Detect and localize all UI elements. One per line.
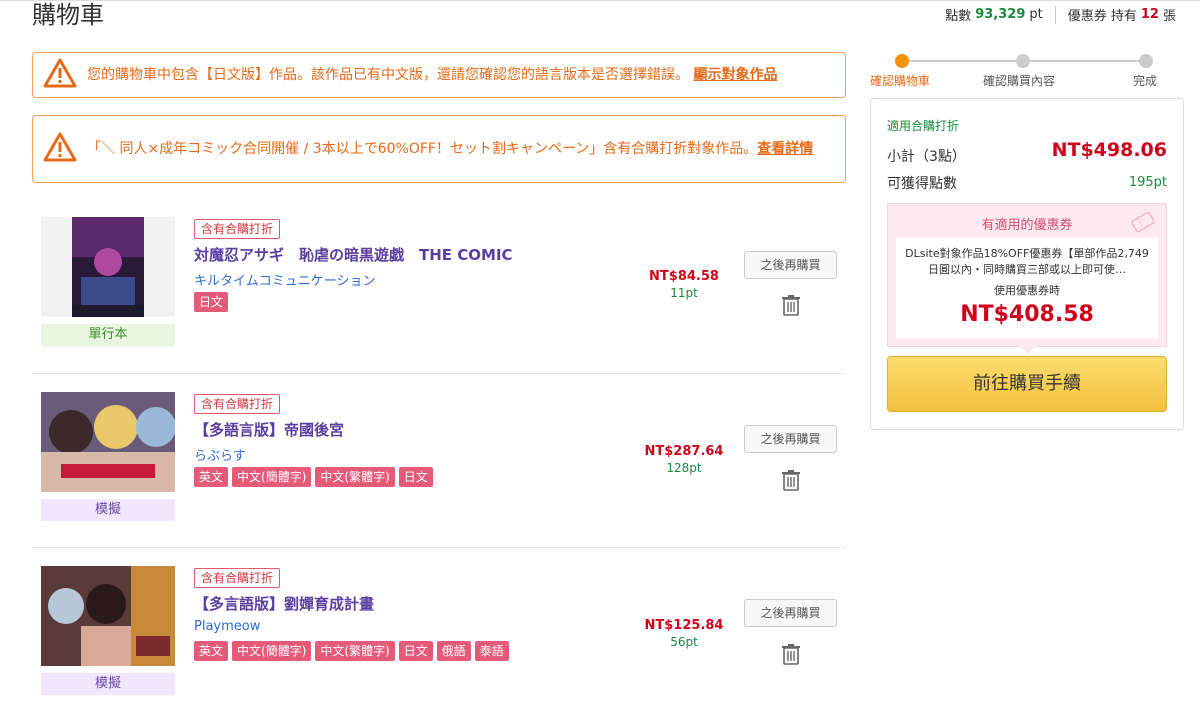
divider xyxy=(1054,5,1056,24)
subtotal-value: NT$498.06 xyxy=(1051,139,1167,161)
step-label-complete: 完成 xyxy=(1133,74,1158,88)
item-points: 128pt xyxy=(666,461,702,475)
item-price: NT$287.64 xyxy=(644,444,724,459)
earn-points-value: 195pt xyxy=(1128,175,1167,190)
coupon-description: DLsite對象作品18%OFF優惠券【單部作品2,749日圓以內・同時購買三部… xyxy=(905,247,1149,276)
proceed-checkout-button[interactable]: 前往購買手續 xyxy=(887,356,1167,412)
points-unit: pt xyxy=(1029,7,1043,22)
language-tag: 泰語 xyxy=(474,641,509,661)
product-title[interactable]: 【多語言版】帝國後宮 xyxy=(194,419,344,440)
product-thumbnail[interactable] xyxy=(41,392,175,492)
checkout-steps: 確認購物車 確認購買內容 完成 xyxy=(870,52,1170,92)
show-target-works-link[interactable]: 顯示對象作品 xyxy=(693,67,777,83)
ticket-icon xyxy=(1128,210,1158,234)
item-points: 56pt xyxy=(670,635,698,649)
campaign-alert: 「＼ 同人×成年コミック合同開催 / 3本以上で60%OFF！セット割キャンペー… xyxy=(32,115,846,183)
language-tags: 英文 中文(簡體字) 中文(繁體字) 日文 俄語 泰語 xyxy=(194,641,509,661)
language-tag: 英文 xyxy=(194,641,229,661)
maker-link[interactable]: Playmeow xyxy=(194,619,260,634)
step-dot xyxy=(1016,54,1030,68)
item-divider xyxy=(32,373,846,374)
coupon-price: NT$408.58 xyxy=(960,302,1094,327)
language-tag: 日文 xyxy=(398,641,433,661)
language-tag: 俄語 xyxy=(436,641,471,661)
coupon-detail: DLsite對象作品18%OFF優惠券【單部作品2,749日圓以內・同時購買三部… xyxy=(896,238,1158,338)
order-summary: 適用合購打折 小計（3點） NT$498.06 可獲得點數 195pt 有適用的… xyxy=(870,98,1184,430)
alert-message: 您的購物車中包含【日文版】作品。該作品已有中文版，還請您確認您的語言版本是否選擇… xyxy=(87,67,689,83)
account-summary: 點數 93,329 pt 優惠券 持有 12 張 xyxy=(945,5,1176,24)
cart-item: 單行本 含有合購打折 対魔忍アサギ 恥虐の暗黒遊戯 THE COMIC キルタイ… xyxy=(32,217,846,374)
campaign-badge: 含有合購打折 xyxy=(194,219,281,239)
price-block: NT$287.64 128pt xyxy=(628,444,740,475)
item-points: 11pt xyxy=(670,286,698,300)
coupon-use-label: 使用優惠券時 xyxy=(994,284,1060,297)
buy-later-button[interactable]: 之後再購買 xyxy=(744,425,837,453)
trash-icon[interactable] xyxy=(781,469,801,491)
product-thumbnail[interactable] xyxy=(41,217,175,317)
step-label-cart: 確認購物車 xyxy=(870,74,931,88)
coupon-count[interactable]: 12 xyxy=(1141,7,1159,22)
language-tag: 英文 xyxy=(194,467,229,487)
applied-discount-label: 適用合購打折 xyxy=(887,119,960,133)
coupon-box[interactable]: 有適用的優惠券 DLsite對象作品18%OFF優惠券【單部作品2,749日圓以… xyxy=(887,203,1167,354)
cart-item: 模擬 含有合購打折 【多言語版】劉嬋育成計畫 Playmeow 英文 中文(簡體… xyxy=(32,566,846,706)
buy-later-button[interactable]: 之後再購買 xyxy=(744,251,837,279)
item-divider xyxy=(32,547,846,548)
points-value[interactable]: 93,329 xyxy=(975,7,1025,22)
alert-message: 「＼ 同人×成年コミック合同開催 / 3本以上で60%OFF！セット割キャンペー… xyxy=(87,141,758,157)
top-bar: 購物車 點數 93,329 pt 優惠券 持有 12 張 xyxy=(0,0,1200,40)
cart-item: 模擬 含有合購打折 【多語言版】帝國後宮 らぶらす 英文 中文(簡體字) 中文(… xyxy=(32,392,846,548)
campaign-badge: 含有合購打折 xyxy=(194,394,281,414)
language-tag: 日文 xyxy=(398,467,433,487)
language-alert: 您的購物車中包含【日文版】作品。該作品已有中文版，還請您確認您的語言版本是否選擇… xyxy=(32,52,846,98)
page-title: 購物車 xyxy=(32,1,104,29)
alert-text: 您的購物車中包含【日文版】作品。該作品已有中文版，還請您確認您的語言版本是否選擇… xyxy=(87,64,777,86)
warning-icon xyxy=(43,58,77,92)
language-tag: 日文 xyxy=(194,292,229,312)
alert-text: 「＼ 同人×成年コミック合同開催 / 3本以上で60%OFF！セット割キャンペー… xyxy=(87,138,827,160)
warning-icon xyxy=(43,132,77,166)
earn-points-label: 可獲得點數 xyxy=(887,176,957,192)
maker-link[interactable]: らぶらす xyxy=(194,445,246,464)
points-label: 點數 xyxy=(945,9,972,24)
language-tags: 英文 中文(簡體字) 中文(繁體字) 日文 xyxy=(194,467,433,487)
step-dot xyxy=(1139,54,1153,68)
coupon-label: 優惠券 持有 xyxy=(1067,9,1137,24)
product-thumbnail[interactable] xyxy=(41,566,175,666)
campaign-badge: 含有合購打折 xyxy=(194,568,281,588)
language-tag: 中文(簡體字) xyxy=(232,641,312,661)
trash-icon[interactable] xyxy=(781,643,801,665)
product-title[interactable]: 【多言語版】劉嬋育成計畫 xyxy=(194,593,374,614)
language-tags: 日文 xyxy=(194,292,229,312)
price-block: NT$84.58 11pt xyxy=(628,269,740,300)
product-type-label: 模擬 xyxy=(41,673,175,695)
coupon-unit: 張 xyxy=(1162,9,1176,24)
coupon-title: 有適用的優惠券 xyxy=(981,218,1073,233)
maker-link[interactable]: キルタイムコミュニケーション xyxy=(194,270,375,289)
price-block: NT$125.84 56pt xyxy=(628,618,740,649)
language-tag: 中文(繁體字) xyxy=(315,641,395,661)
item-price: NT$84.58 xyxy=(649,269,719,284)
step-dot-active xyxy=(895,54,909,68)
subtotal-label: 小計（3點） xyxy=(887,149,966,165)
product-title[interactable]: 対魔忍アサギ 恥虐の暗黒遊戯 THE COMIC xyxy=(194,244,513,265)
trash-icon[interactable] xyxy=(781,294,801,316)
product-type-label: 模擬 xyxy=(41,499,175,521)
coupon-notch xyxy=(1020,346,1036,354)
buy-later-button[interactable]: 之後再購買 xyxy=(744,599,837,627)
item-price: NT$125.84 xyxy=(644,618,724,633)
product-type-label: 單行本 xyxy=(41,324,175,346)
view-details-link[interactable]: 查看詳情 xyxy=(757,141,813,157)
language-tag: 中文(簡體字) xyxy=(232,467,312,487)
step-label-confirm: 確認購買內容 xyxy=(983,74,1056,88)
language-tag: 中文(繁體字) xyxy=(315,467,395,487)
